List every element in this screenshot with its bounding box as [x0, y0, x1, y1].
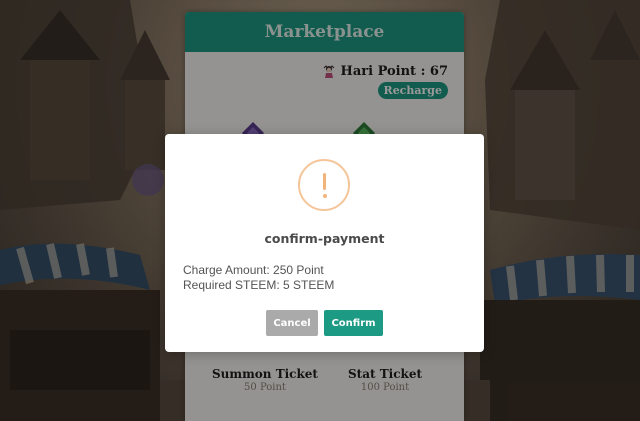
confirm-dialog: confirm-payment Charge Amount: 250 Point… [165, 134, 484, 352]
confirm-button[interactable]: Confirm [324, 310, 383, 336]
charge-amount-text: Charge Amount: 250 Point [183, 263, 324, 277]
warning-icon [298, 159, 350, 211]
dialog-title: confirm-payment [264, 231, 385, 246]
cancel-button[interactable]: Cancel [266, 310, 318, 336]
required-steem-text: Required STEEM: 5 STEEM [183, 278, 335, 292]
dialog-message: Charge Amount: 250 Point Required STEEM:… [183, 263, 334, 293]
